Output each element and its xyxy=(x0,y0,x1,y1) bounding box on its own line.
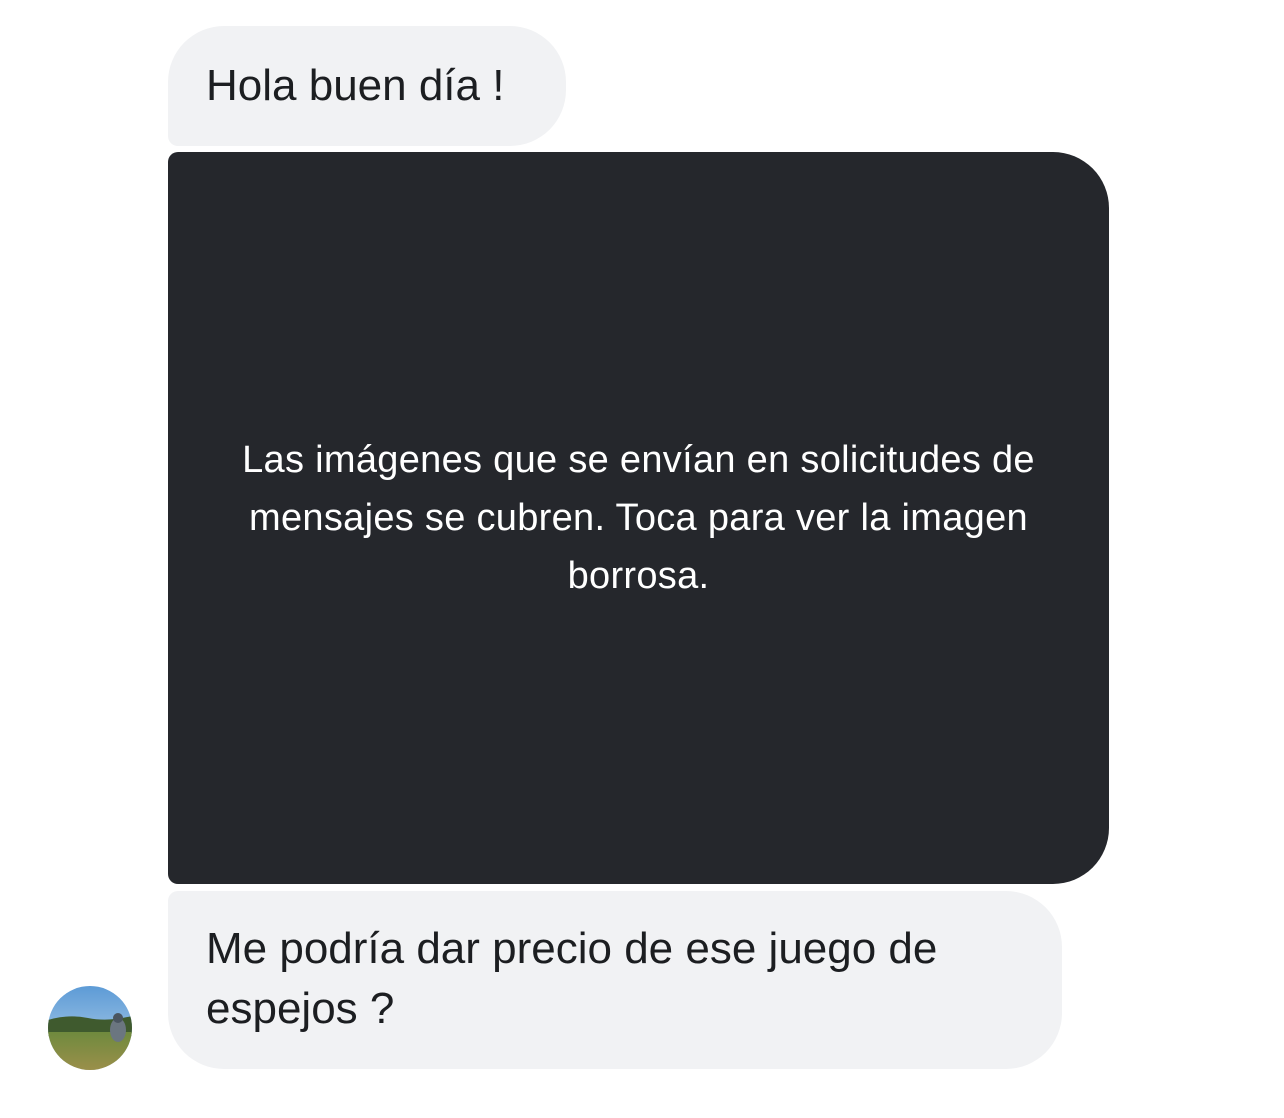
covered-image-message[interactable]: Las imágenes que se envían en solicitude… xyxy=(168,152,1109,884)
covered-image-notice: Las imágenes que se envían en solicitude… xyxy=(242,439,1035,597)
message-bubble-question[interactable]: Me podría dar precio de ese juego de esp… xyxy=(168,891,1062,1069)
profile-photo-icon xyxy=(48,986,132,1070)
message-bubble-greeting[interactable]: Hola buen día ! xyxy=(168,26,566,146)
sender-avatar[interactable] xyxy=(48,986,132,1070)
